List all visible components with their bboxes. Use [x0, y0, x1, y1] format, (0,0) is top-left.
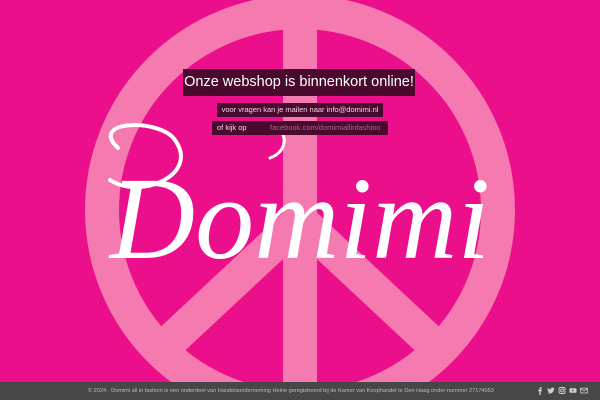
logo-wordmark: Domimi — [108, 153, 490, 284]
facebook-link[interactable]: facebook.com/domimiallinfashion — [270, 121, 380, 135]
announcement-headline: Onze webshop is binnenkort online! — [183, 69, 415, 96]
facebook-icon[interactable] — [536, 386, 544, 395]
facebook-label: of kijk op — [217, 123, 247, 132]
footer-text: © 2024 · Domimi all in fashion is een on… — [88, 388, 494, 394]
social-icons — [536, 386, 588, 395]
domimi-logo: Domimi — [108, 123, 490, 284]
facebook-line: of kijk op facebook.com/domimiallinfashi… — [212, 121, 388, 135]
contact-email-line[interactable]: voor vragen kan je mailen naar info@domi… — [217, 103, 383, 117]
mail-icon[interactable] — [580, 386, 588, 395]
footer-bar: © 2024 · Domimi all in fashion is een on… — [0, 382, 600, 400]
youtube-icon[interactable] — [569, 386, 577, 395]
instagram-icon[interactable] — [558, 386, 566, 395]
twitter-icon[interactable] — [547, 386, 555, 395]
